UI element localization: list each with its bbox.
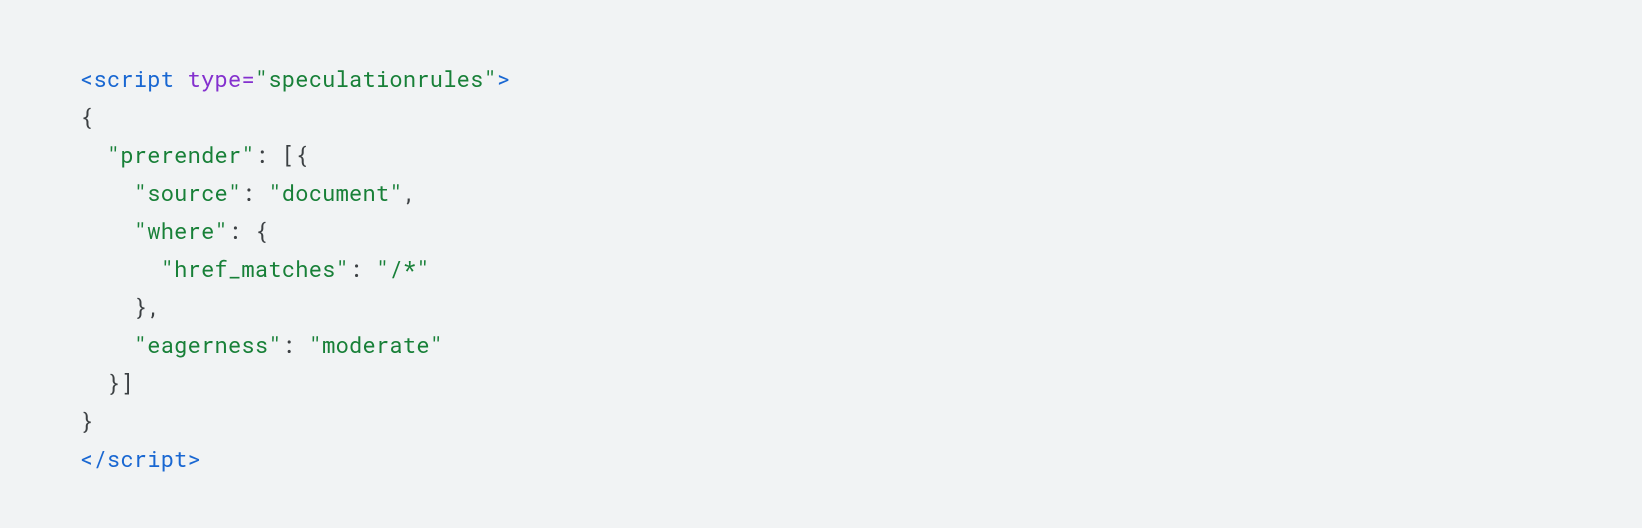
key-href-matches: "href_matches" xyxy=(161,254,349,283)
value-eagerness: "moderate" xyxy=(309,330,444,359)
code-block: <script type="speculationrules"> { "prer… xyxy=(0,0,1642,528)
attr-name: type xyxy=(188,64,242,93)
value-source: "document" xyxy=(268,178,403,207)
tag-open-bracket: < xyxy=(80,64,93,93)
json-close-brace: } xyxy=(80,406,93,435)
key-source: "source" xyxy=(134,178,242,207)
key-eagerness: "eagerness" xyxy=(134,330,282,359)
key-where: "where" xyxy=(134,216,228,245)
key-prerender: "prerender" xyxy=(107,140,255,169)
tag-close-end: > xyxy=(188,444,201,473)
json-open-brace: { xyxy=(80,102,93,131)
tag-name-close: script xyxy=(107,444,188,473)
code-content: <script type="speculationrules"> { "prer… xyxy=(80,60,1562,478)
tag-name-open: script xyxy=(93,64,174,93)
value-href-matches: "/*" xyxy=(376,254,430,283)
tag-open-end: > xyxy=(497,64,510,93)
tag-close-start: </ xyxy=(80,444,107,473)
attr-value: "speculationrules" xyxy=(255,64,497,93)
